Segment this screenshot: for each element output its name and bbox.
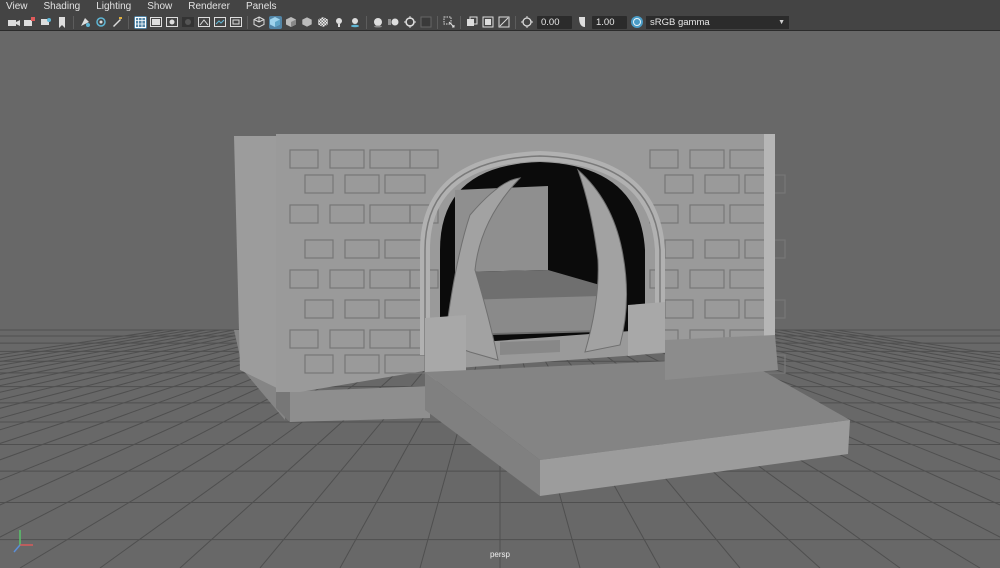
menu-view[interactable]: View — [0, 0, 36, 14]
toolbar-separator — [460, 15, 461, 29]
gamma-icon[interactable] — [576, 16, 589, 29]
exposure-icon[interactable] — [521, 16, 534, 29]
motion-blur-icon[interactable] — [388, 16, 401, 29]
anti-aliasing-icon[interactable] — [404, 16, 417, 29]
wireframe-icon[interactable] — [253, 16, 266, 29]
chevron-down-icon: ▼ — [778, 18, 785, 26]
grease-pencil-icon[interactable] — [95, 16, 108, 29]
camera-select-icon[interactable] — [8, 16, 21, 29]
xray-joints-icon[interactable] — [482, 16, 495, 29]
two-d-pan-zoom-icon[interactable] — [79, 16, 92, 29]
film-gate-icon[interactable] — [150, 16, 163, 29]
toolbar-separator — [128, 15, 129, 29]
wireframe-on-shaded-icon[interactable] — [301, 16, 314, 29]
panel-menu-bar: View Shading Lighting Show Renderer Pane… — [0, 0, 1000, 14]
textured-icon[interactable] — [317, 16, 330, 29]
grid-icon[interactable] — [133, 15, 147, 29]
smooth-shade-icon[interactable] — [268, 15, 282, 29]
toolbar-separator — [437, 15, 438, 29]
panel-toolbar: 0.00 1.00 sRGB gamma ▼ — [0, 14, 1000, 31]
gate-mask-icon[interactable] — [182, 16, 195, 29]
menu-shading[interactable]: Shading — [36, 0, 89, 14]
xray-icon[interactable] — [466, 16, 479, 29]
shadows-icon[interactable] — [349, 16, 362, 29]
default-material-icon[interactable] — [285, 16, 298, 29]
gamma-field[interactable]: 1.00 — [592, 15, 627, 29]
viewport-3d[interactable] — [0, 31, 1000, 568]
safe-action-icon[interactable] — [214, 16, 227, 29]
backface-cull-icon[interactable] — [498, 16, 511, 29]
screen-space-ao-icon[interactable] — [372, 16, 385, 29]
isolate-select-icon[interactable] — [443, 16, 456, 29]
color-management-icon[interactable] — [630, 16, 643, 28]
safe-title-icon[interactable] — [230, 16, 243, 29]
toolbar-separator — [515, 15, 516, 29]
color-space-label: sRGB gamma — [650, 16, 710, 28]
menu-show[interactable]: Show — [139, 0, 180, 14]
color-space-dropdown[interactable]: sRGB gamma ▼ — [646, 15, 789, 29]
depth-of-field-icon[interactable] — [420, 16, 433, 29]
exposure-field[interactable]: 0.00 — [537, 15, 572, 29]
menu-renderer[interactable]: Renderer — [180, 0, 238, 14]
menu-lighting[interactable]: Lighting — [88, 0, 139, 14]
bookmark-icon[interactable] — [40, 16, 53, 29]
camera-name-label: persp — [489, 550, 510, 559]
camera-attributes-icon[interactable] — [24, 16, 37, 29]
image-plane-icon[interactable] — [56, 16, 69, 29]
resolution-gate-icon[interactable] — [166, 16, 179, 29]
pencil-icon[interactable] — [111, 16, 124, 29]
menu-panels[interactable]: Panels — [238, 0, 285, 14]
lighting-icon[interactable] — [333, 16, 346, 29]
toolbar-separator — [73, 15, 74, 29]
toolbar-separator — [366, 15, 367, 29]
field-chart-icon[interactable] — [198, 16, 211, 29]
toolbar-separator — [247, 15, 248, 29]
